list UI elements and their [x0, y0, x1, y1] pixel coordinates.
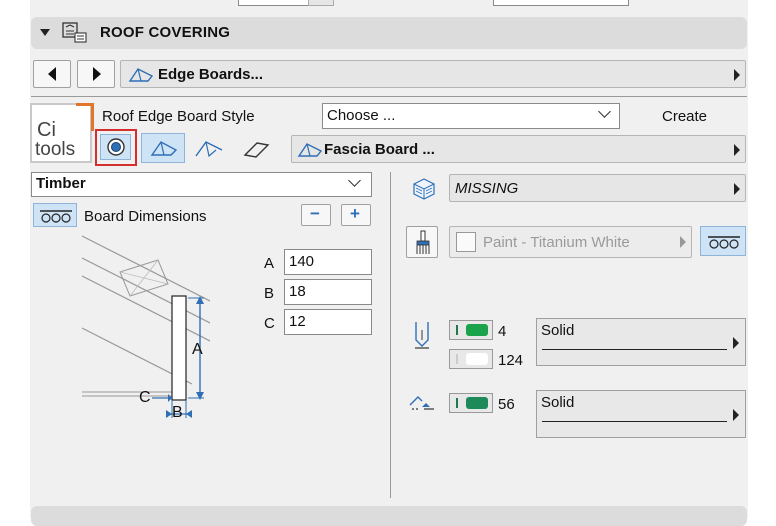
board-type-flat-icon[interactable]: [242, 139, 272, 161]
expand-arrow-icon: [734, 183, 740, 195]
pen-bar: [456, 325, 458, 335]
fascia-board-icon: [297, 143, 323, 157]
dim-label-b: B: [264, 285, 275, 302]
linetype-value: Solid: [541, 322, 575, 339]
section-title: ROOF COVERING: [100, 24, 231, 41]
expand-arrow-icon: [733, 337, 739, 349]
top-button[interactable]: [308, 0, 334, 6]
pen-contour-value: 4: [498, 323, 507, 340]
pen-background-value: 124: [498, 352, 524, 369]
surface-link-toggle[interactable]: [700, 226, 746, 256]
surface-selector[interactable]: Paint - Titanium White: [449, 226, 692, 258]
radio-target-icon: [107, 138, 125, 156]
board-profile-icon: [708, 236, 740, 249]
divider: [31, 96, 747, 97]
plus-button[interactable]: +: [341, 204, 371, 226]
pen-uncut[interactable]: [449, 393, 493, 413]
expand-arrow-icon: [734, 144, 740, 156]
pen-bar: [456, 354, 458, 364]
board-type-edge-icon[interactable]: [194, 138, 224, 160]
logo-orange-corner: [76, 103, 94, 131]
material-value: Timber: [36, 175, 86, 192]
next-section-header[interactable]: [31, 506, 747, 526]
collapse-triangle-icon[interactable]: [40, 29, 50, 36]
fascia-icon: [150, 141, 178, 156]
edge-boards-label: Edge Boards...: [158, 66, 264, 83]
arrow-right-icon: [93, 67, 101, 81]
pen-uncut-value: 56: [498, 396, 515, 413]
board-dimensions-toggle[interactable]: [33, 203, 77, 227]
paint-brush-icon: [416, 230, 430, 254]
diagram-label-a: A: [192, 341, 203, 358]
create-button[interactable]: Create: [662, 108, 707, 125]
uncut-lines-icon: [409, 396, 434, 410]
expand-arrow-icon: [680, 236, 686, 248]
building-material-selector[interactable]: MISSING: [449, 174, 746, 202]
board-type-round-button[interactable]: [95, 129, 137, 166]
top-strip: [30, 0, 748, 8]
logo-text-tools: tools: [35, 139, 76, 160]
pen-background[interactable]: [449, 349, 493, 369]
dim-b-value: 18: [289, 283, 306, 300]
board-type-fascia-button[interactable]: [141, 133, 185, 163]
section-header-roof-covering[interactable]: ROOF COVERING: [31, 17, 747, 49]
roof-edge-board-style-label: Roof Edge Board Style: [102, 108, 255, 125]
pen-contour[interactable]: [449, 320, 493, 340]
dim-label-c: C: [264, 315, 275, 332]
contour-pen-icon: [415, 322, 429, 349]
diagram-label-c: C: [139, 389, 151, 406]
diagram-label-b: B: [172, 404, 183, 421]
pen-bar: [456, 398, 458, 408]
dim-c-value: 12: [289, 313, 306, 330]
minus-label: −: [310, 204, 320, 223]
expand-arrow-icon: [733, 409, 739, 421]
pen-color-swatch: [466, 397, 488, 409]
dim-a-input[interactable]: 140: [284, 249, 372, 275]
arrow-left-icon: [48, 67, 56, 81]
minus-button[interactable]: −: [301, 204, 331, 226]
edge-boards-selector[interactable]: Edge Boards...: [120, 60, 746, 88]
building-material-value: MISSING: [455, 180, 519, 197]
chevron-down-icon: [598, 105, 611, 118]
contour-linetype-selector[interactable]: Solid: [536, 318, 746, 366]
expand-arrow-icon: [734, 69, 740, 81]
linetype-value: Solid: [541, 394, 575, 411]
linetype-preview: [542, 349, 727, 350]
material-dropdown[interactable]: Timber: [31, 172, 372, 197]
dim-label-a: A: [264, 255, 275, 272]
next-item-button[interactable]: [77, 60, 115, 88]
top-field-2[interactable]: [493, 0, 629, 6]
dim-c-input[interactable]: 12: [284, 309, 372, 335]
chevron-down-icon: [348, 174, 361, 187]
prev-item-button[interactable]: [33, 60, 71, 88]
column-divider: [390, 172, 391, 498]
plus-label: +: [350, 204, 360, 223]
citools-logo: Ci tools: [30, 103, 94, 163]
style-dropdown[interactable]: Choose ...: [322, 103, 620, 129]
dim-a-value: 140: [289, 253, 315, 270]
fascia-board-selector[interactable]: Fascia Board ...: [291, 135, 746, 163]
roof-settings-icon: [62, 22, 87, 43]
surface-value: Paint - Titanium White: [483, 234, 630, 251]
surface-swatch: [456, 232, 476, 252]
uncut-linetype-selector[interactable]: Solid: [536, 390, 746, 438]
fascia-board-label: Fascia Board ...: [324, 141, 435, 158]
linetype-preview: [542, 421, 727, 422]
edge-board-icon: [128, 68, 154, 82]
board-dimensions-label: Board Dimensions: [84, 208, 207, 225]
style-dropdown-value: Choose ...: [327, 107, 396, 124]
board-profile-icon: [40, 210, 72, 223]
override-surface-button[interactable]: [406, 226, 438, 258]
dim-b-input[interactable]: 18: [284, 279, 372, 305]
pen-color-swatch: [466, 353, 488, 365]
building-material-icon: [413, 178, 435, 200]
pen-color-swatch: [466, 324, 488, 336]
